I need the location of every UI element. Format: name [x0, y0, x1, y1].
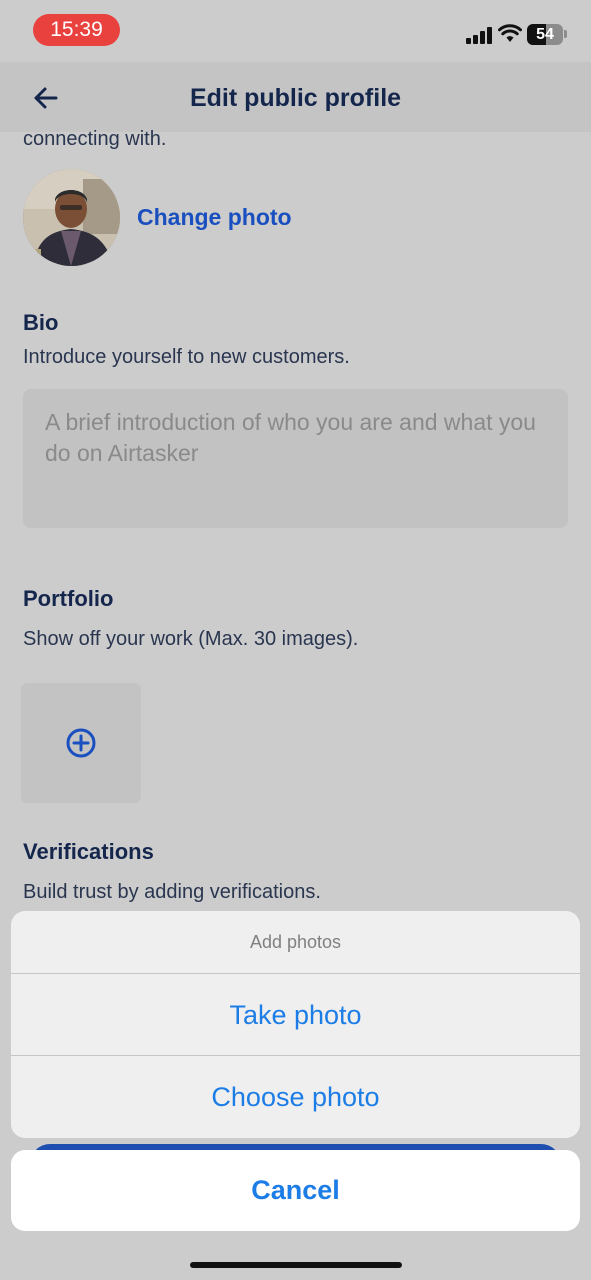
- add-portfolio-image-button[interactable]: [21, 683, 141, 803]
- wifi-icon: [498, 23, 522, 43]
- cellular-signal-icon: [466, 26, 492, 44]
- action-sheet-title: Add photos: [11, 911, 580, 974]
- time-indicator: 15:39: [33, 14, 120, 46]
- plus-circle-icon: [66, 728, 96, 758]
- home-indicator: [190, 1262, 402, 1268]
- portfolio-subtitle: Show off your work (Max. 30 images).: [23, 628, 359, 650]
- portfolio-heading: Portfolio: [23, 586, 114, 611]
- bio-heading: Bio: [23, 310, 59, 335]
- status-bar: 15:39 54: [0, 0, 591, 62]
- bio-subtitle: Introduce yourself to new customers.: [23, 346, 350, 368]
- verifications-heading: Verifications: [23, 839, 154, 864]
- choose-photo-button[interactable]: Choose photo: [11, 1056, 580, 1138]
- battery-tip: [564, 30, 567, 38]
- change-photo-link[interactable]: Change photo: [137, 204, 292, 231]
- battery-icon: 54: [527, 24, 563, 45]
- add-photos-action-sheet: Add photos Take photo Choose photo: [11, 911, 580, 1138]
- nav-header: Edit public profile: [0, 62, 591, 132]
- bio-textarea[interactable]: A brief introduction of who you are and …: [23, 389, 568, 528]
- profile-photo-description: connecting with.: [23, 128, 167, 150]
- page-title: Edit public profile: [189, 84, 402, 112]
- avatar[interactable]: [23, 169, 120, 266]
- verifications-subtitle: Build trust by adding verifications.: [23, 881, 321, 903]
- battery-level: 54: [536, 26, 554, 43]
- cancel-button[interactable]: Cancel: [11, 1150, 580, 1231]
- take-photo-button[interactable]: Take photo: [11, 974, 580, 1056]
